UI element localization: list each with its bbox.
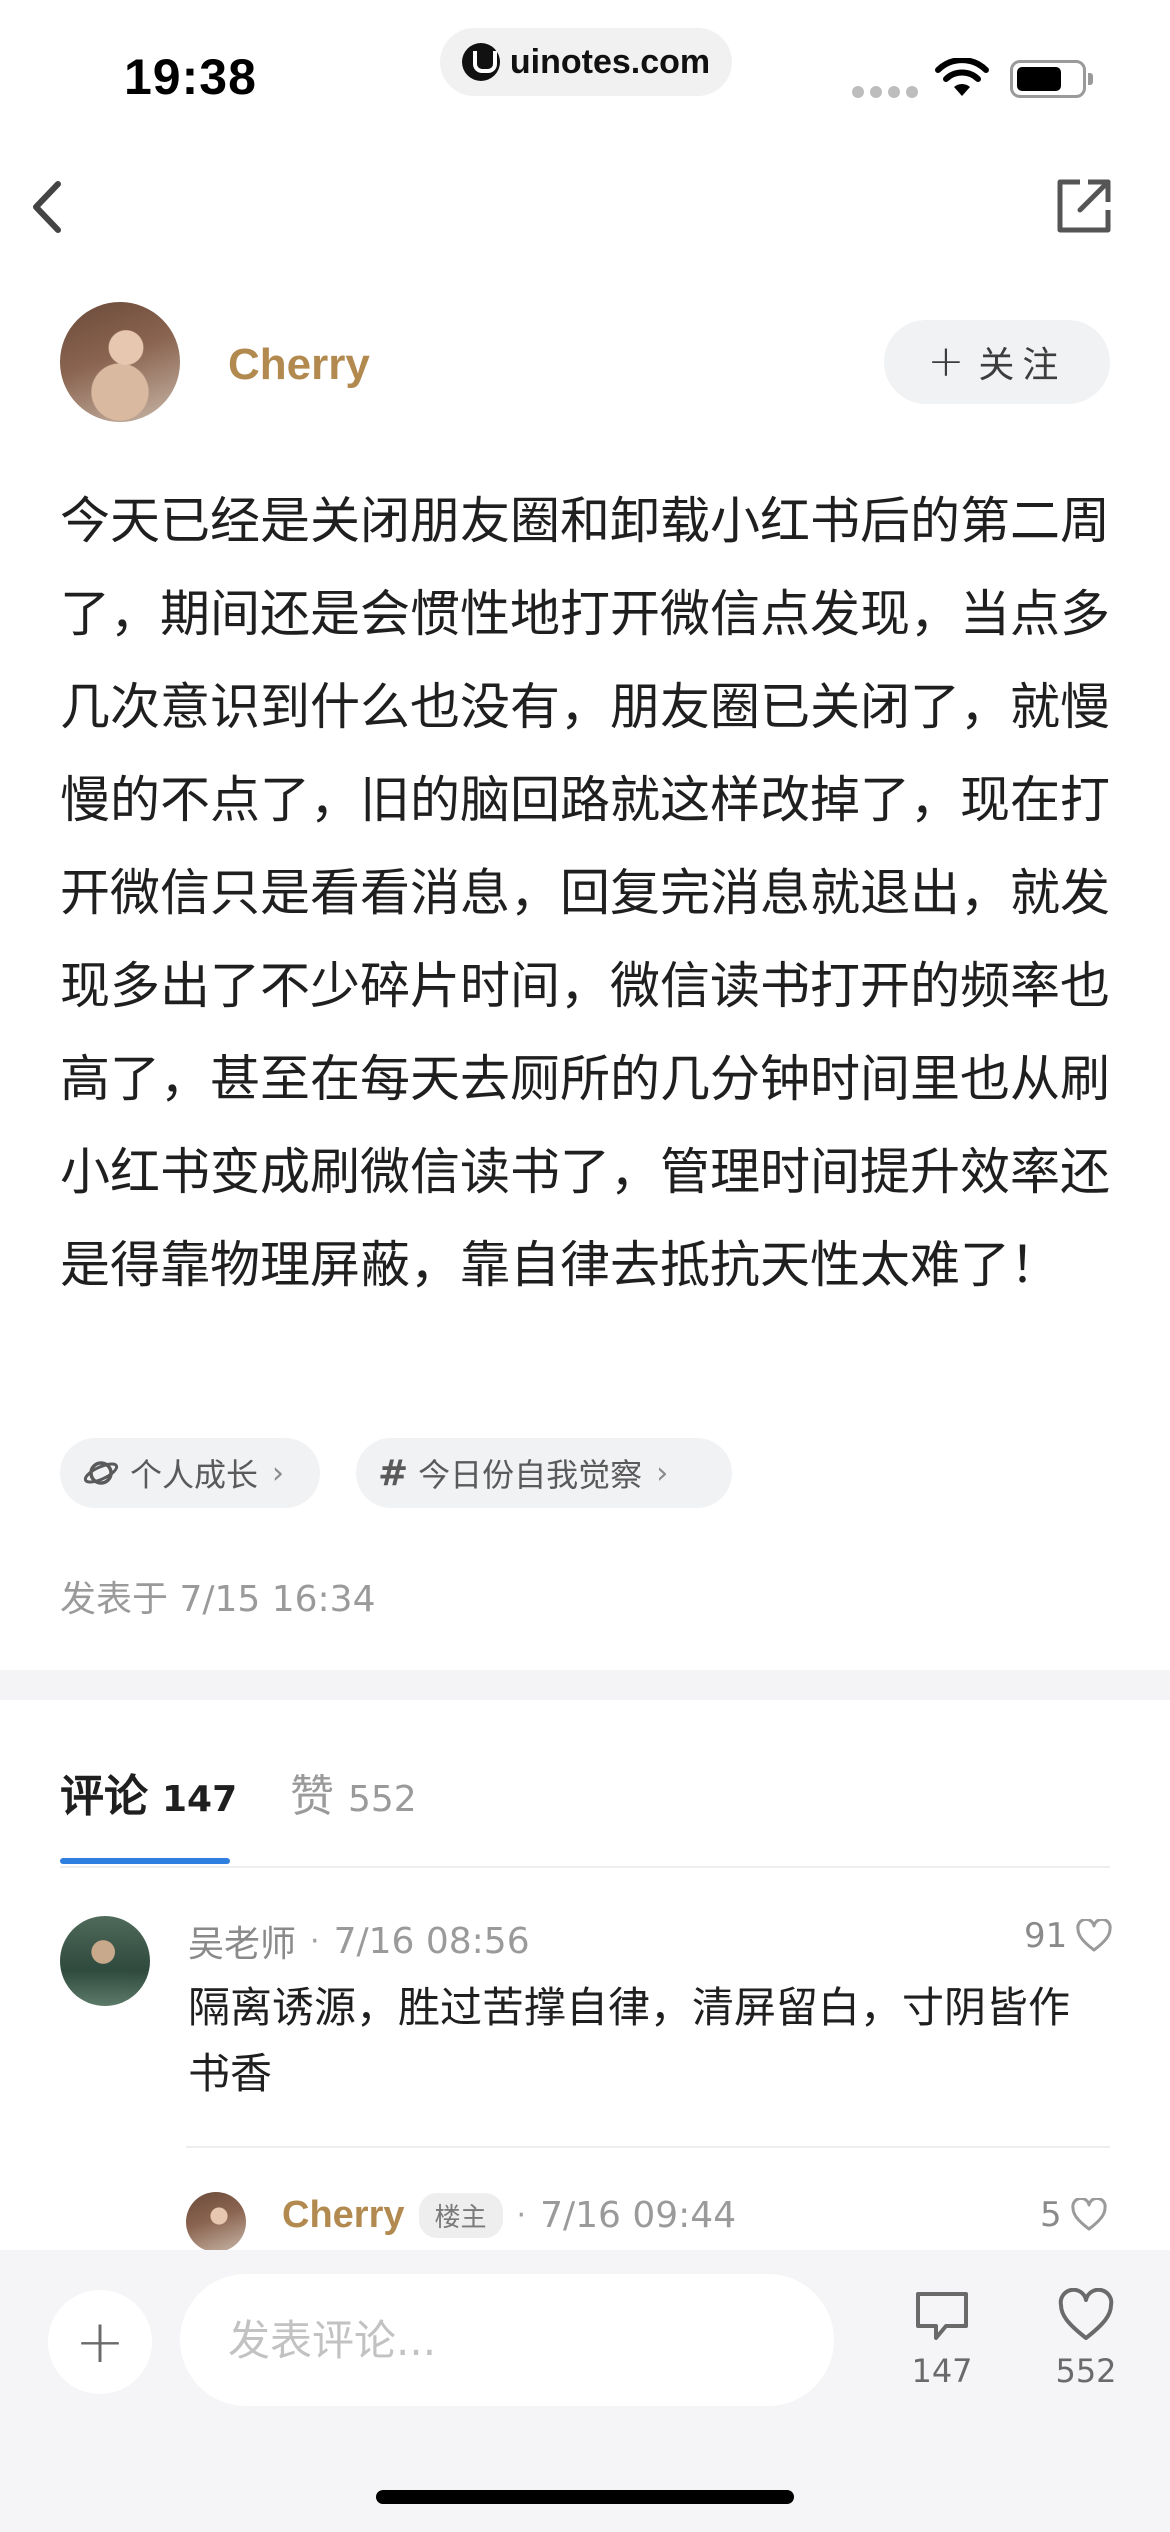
section-divider	[0, 1670, 1170, 1700]
heart-icon	[1058, 2288, 1114, 2340]
url-pill[interactable]: uinotes.com	[440, 28, 732, 96]
post-timestamp: 发表于 7/15 16:34	[60, 1579, 376, 1620]
status-bar: 19:38 uinotes.com	[0, 0, 1170, 130]
meta-separator: ·	[310, 1923, 320, 1959]
heart-icon	[1076, 1919, 1112, 1952]
back-button[interactable]	[18, 172, 78, 242]
home-indicator	[376, 2490, 794, 2504]
chevron-right-icon: ›	[656, 1455, 669, 1491]
comment-text: 隔离诱源，胜过苦撑自律，清屏留白，寸阴皆作书香	[188, 1983, 1071, 2098]
chevron-right-icon: ›	[272, 1455, 285, 1491]
commenter-avatar[interactable]	[60, 1916, 150, 2006]
tab-likes[interactable]: 赞 552	[290, 1760, 417, 1824]
comment-time: 7/16 08:56	[333, 1920, 530, 1962]
tab-likes-label: 赞	[290, 1771, 334, 1822]
site-logo-icon	[461, 43, 500, 81]
tab-underline-divider	[60, 1866, 1110, 1868]
heart-icon	[1071, 2198, 1107, 2231]
tag-personal-growth[interactable]: 个人成长 ›	[60, 1438, 320, 1508]
tab-comments[interactable]: 评论 147	[60, 1760, 237, 1824]
tag-label: 个人成长	[130, 1456, 259, 1494]
post-content: 今天已经是关闭朋友圈和卸载小红书后的第二周了，期间还是会惯性地打开微信点发现，当…	[60, 492, 1110, 1294]
reply-like-button[interactable]: 5	[1040, 2195, 1108, 2235]
author-avatar[interactable]	[60, 302, 180, 422]
follow-label: 关注	[978, 345, 1067, 386]
tab-comments-count: 147	[162, 1779, 238, 1820]
tab-active-indicator	[60, 1858, 230, 1864]
like-button[interactable]: 552	[1036, 2288, 1136, 2390]
tag-self-awareness[interactable]: # 今日份自我觉察 ›	[356, 1438, 732, 1508]
hash-icon: #	[378, 1452, 409, 1494]
battery-icon	[1010, 60, 1093, 98]
author-name[interactable]: Cherry	[228, 340, 370, 390]
reply-avatar[interactable]	[186, 2192, 246, 2252]
comments-count: 147	[911, 2352, 973, 2390]
commenter-name[interactable]: 吴老师	[188, 1915, 296, 1967]
reply-divider	[186, 2146, 1110, 2148]
plus-icon: +	[927, 336, 965, 387]
reply-author-name[interactable]: Cherry	[282, 2194, 405, 2237]
add-button[interactable]: +	[48, 2290, 152, 2394]
likes-count: 552	[1055, 2352, 1117, 2390]
tab-comments-label: 评论	[60, 1771, 148, 1822]
comment-like-count: 91	[1024, 1916, 1068, 1956]
comments-button[interactable]: 147	[892, 2288, 992, 2390]
host-badge: 楼主	[418, 2193, 503, 2238]
meta-separator: ·	[516, 2198, 527, 2233]
status-time: 19:38	[124, 49, 257, 105]
reply-like-count: 5	[1040, 2195, 1062, 2235]
tab-likes-count: 552	[348, 1779, 417, 1820]
planet-icon	[83, 1461, 119, 1485]
reply-meta: Cherry 楼主 · 7/16 09:44	[282, 2193, 736, 2238]
plus-icon: +	[74, 2307, 126, 2377]
reply-time: 7/16 09:44	[540, 2195, 737, 2236]
url-text: uinotes.com	[509, 42, 711, 81]
comment-meta: 吴老师 · 7/16 08:56	[188, 1915, 530, 1967]
follow-button[interactable]: + 关注	[884, 320, 1110, 404]
comment-input[interactable]	[180, 2274, 834, 2406]
wifi-icon	[935, 58, 989, 96]
comment-like-button[interactable]: 91	[1024, 1916, 1113, 1956]
comment-bubble-icon	[916, 2292, 968, 2340]
tag-label: 今日份自我觉察	[418, 1456, 643, 1494]
share-button[interactable]	[1052, 174, 1116, 238]
cellular-signal-icon	[852, 86, 918, 98]
